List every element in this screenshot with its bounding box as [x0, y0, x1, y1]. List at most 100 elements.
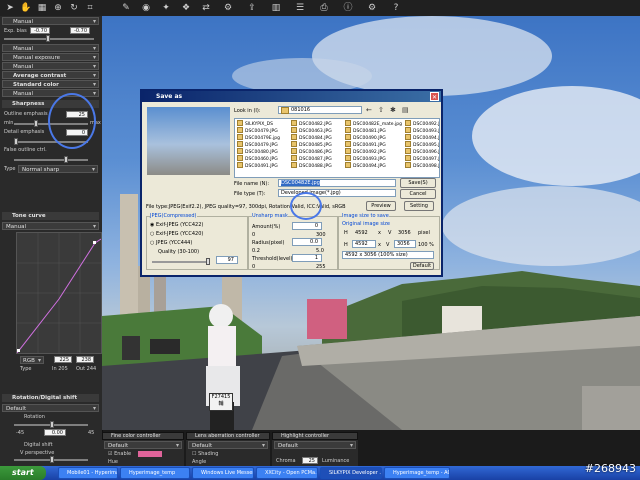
rotation-header[interactable]: Rotation/Digital shift [2, 394, 99, 402]
v-perspective-slider[interactable] [14, 456, 88, 463]
fine-color-header[interactable]: Fine color controller [102, 432, 184, 440]
size-select[interactable]: 4592 x 3056 (100% size) [342, 251, 434, 259]
print-icon[interactable]: ⎙ [318, 2, 330, 14]
preset-dropdown-contrast[interactable]: Manual [2, 62, 99, 71]
start-button[interactable]: start [0, 466, 46, 480]
file-name-input[interactable]: DSC00482E.jpg [278, 179, 396, 187]
file-list[interactable]: SILKYPIX_DS DSC00479.JPG DSC00479E.jpg D… [234, 118, 440, 178]
file-item[interactable]: DSC00486.JPG [291, 148, 332, 155]
file-item[interactable]: DSC00494.J [405, 134, 439, 141]
up-folder-icon[interactable]: ⇧ [378, 106, 387, 115]
arrow-tool-icon[interactable]: ➤ [4, 2, 16, 14]
rotation-field[interactable]: 0.00 [44, 429, 66, 436]
grid-icon[interactable]: ▦ [36, 2, 48, 14]
jpeg-422-radio[interactable]: ◉ Exif-JPEG (YCC422) [150, 222, 203, 228]
tone-in-field[interactable]: 225 [54, 356, 72, 363]
sharp-type-dropdown[interactable]: Normal sharp [18, 165, 98, 174]
tone-out-field[interactable]: 238 [76, 356, 94, 363]
file-item[interactable]: DSC00482E_mate.jpg [345, 120, 402, 127]
file-item[interactable]: DSC00481.JPG [345, 127, 386, 134]
file-item[interactable]: DSC00498.J [405, 162, 439, 169]
file-item[interactable]: DSC00495.J [405, 141, 439, 148]
file-item[interactable]: DSC00492.JPG [345, 148, 386, 155]
default-button[interactable]: Default [410, 262, 434, 270]
highlight-preset-dropdown[interactable]: Default [274, 441, 356, 450]
exp-bias-field-1[interactable]: -0.70 [30, 27, 50, 34]
jpeg-444-radio[interactable]: ○ JPEG (YCC444) [150, 240, 192, 246]
file-item[interactable]: DSC00492.J [405, 120, 439, 127]
back-icon[interactable]: ← [366, 106, 375, 115]
jpeg-420-radio[interactable]: ○ Exif-JPEG (YCC420) [150, 231, 203, 237]
manual-exposure-dropdown[interactable]: Manual exposure [2, 53, 99, 62]
histogram-icon[interactable]: ▥ [270, 2, 282, 14]
zoom-icon[interactable]: ⊕ [52, 2, 64, 14]
info-icon[interactable]: ⓘ [342, 2, 354, 14]
taskbar-item[interactable]: Hyperimage_temp [120, 467, 190, 479]
eye-icon[interactable]: ◉ [140, 2, 152, 14]
taskbar-item[interactable]: Hyperimage_temp - AC... [384, 467, 450, 479]
file-item[interactable]: DSC00491.JPG [237, 162, 278, 169]
file-item[interactable]: DSC00491.JPG [345, 141, 386, 148]
rotation-slider[interactable] [14, 421, 88, 428]
setting-button[interactable]: Setting [404, 201, 434, 211]
color-dropdown[interactable]: Standard color [2, 80, 99, 89]
compare-icon[interactable]: ⇄ [200, 2, 212, 14]
rotation-preset-dropdown[interactable]: Default [2, 404, 99, 413]
exp-bias-field-2[interactable]: -0.70 [70, 27, 90, 34]
file-item[interactable]: DSC00479.JPG [237, 141, 278, 148]
lens-aberration-header[interactable]: Lens aberration controller [186, 432, 270, 440]
color-swatch[interactable] [138, 451, 162, 457]
taskbar-item[interactable]: Mobile01 - Hyperimage_temp [58, 467, 118, 479]
dialog-titlebar[interactable]: Save as [142, 91, 441, 102]
file-item[interactable]: DSC00480.JPG [237, 148, 278, 155]
preset-dropdown-exposure-2[interactable]: Manual [2, 44, 99, 53]
develop-icon[interactable]: ⚙ [222, 2, 234, 14]
enable-checkbox[interactable]: ☑ Enable [108, 451, 131, 457]
file-item[interactable]: DSC00482.JPG [291, 120, 332, 127]
file-item[interactable]: DSC00484.JPG [291, 134, 332, 141]
file-item[interactable]: DSC00488.JPG [291, 162, 332, 169]
file-item[interactable]: SILKYPIX_DS [237, 120, 273, 127]
lens-preset-dropdown[interactable]: Default [188, 441, 268, 450]
file-item[interactable]: DSC00490.JPG [345, 134, 386, 141]
look-in-dropdown[interactable]: 081016 [278, 106, 362, 114]
export-icon[interactable]: ⇪ [246, 2, 258, 14]
rotate-icon[interactable]: ↻ [68, 2, 80, 14]
tone-curve-graph[interactable] [16, 232, 102, 354]
file-item[interactable]: DSC00460.JPG [237, 155, 278, 162]
threshold-field[interactable]: 1 [292, 254, 322, 262]
amount-field[interactable]: 0 [292, 222, 322, 230]
file-item[interactable]: DSC00496.J [405, 148, 439, 155]
save-button[interactable]: Save(S) [400, 178, 436, 188]
false-outline-slider[interactable] [14, 156, 88, 163]
exp-bias-slider[interactable] [4, 35, 94, 42]
quality-slider[interactable] [152, 258, 210, 265]
contrast-dropdown[interactable]: Average contrast [2, 71, 99, 80]
file-item[interactable]: DSC00463.JPG [291, 127, 332, 134]
tone-curve-header[interactable]: Tone curve [2, 212, 99, 220]
preview-button[interactable]: Preview [366, 201, 396, 211]
view-menu-icon[interactable]: ▤ [402, 106, 411, 115]
radius-field[interactable]: 0.0 [292, 238, 322, 246]
file-item[interactable]: DSC00497.J [405, 155, 439, 162]
file-item[interactable]: DSC00487.JPG [291, 155, 332, 162]
preset-dropdown-exposure[interactable]: Manual [2, 17, 99, 26]
crop-icon[interactable]: ⌗ [84, 2, 96, 14]
highlight-controller-header[interactable]: Highlight controller [272, 432, 358, 440]
taskbar-item-active[interactable]: SILKYPIX Developer ... [320, 467, 382, 479]
file-item[interactable]: DSC00479.JPG [237, 127, 278, 134]
stamp-icon[interactable]: ✦ [160, 2, 172, 14]
rgb-channel-dropdown[interactable]: RGB [20, 356, 44, 365]
cancel-button[interactable]: Cancel [400, 189, 436, 199]
taskbar-item[interactable]: XXCity - Open PCMa... [256, 467, 318, 479]
shading-checkbox[interactable]: ☐ Shading [192, 451, 218, 457]
wb-picker-icon[interactable]: ✎ [120, 2, 132, 14]
new-v-field[interactable]: 3056 [394, 240, 416, 248]
file-item[interactable]: DSC00479E.jpg [237, 134, 280, 141]
file-item[interactable]: DSC00485.JPG [291, 141, 332, 148]
preset-dropdown-sharpness[interactable]: Manual [2, 89, 99, 98]
tone-curve-preset-dropdown[interactable]: Manual [2, 222, 99, 231]
help-icon[interactable]: ? [390, 2, 402, 14]
close-icon[interactable]: ✕ [430, 92, 439, 101]
taskbar-item[interactable]: Windows Live Messen... [192, 467, 254, 479]
